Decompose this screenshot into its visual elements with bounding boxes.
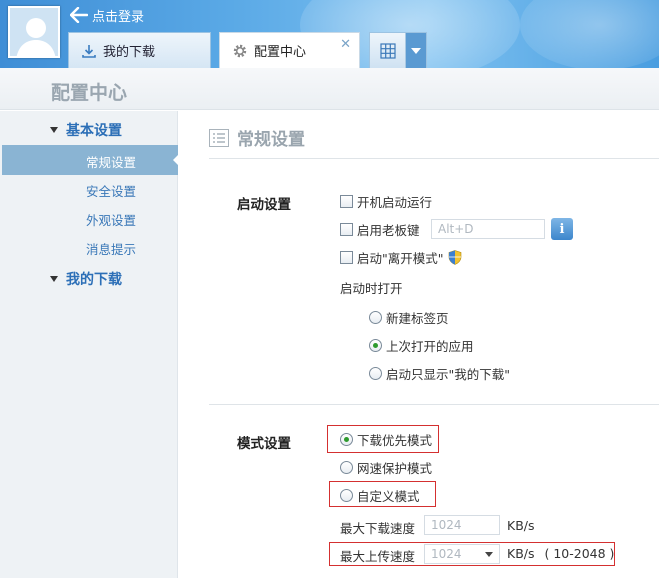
caret-down-icon <box>485 552 493 557</box>
max-download-label: 最大下载速度 <box>340 521 416 536</box>
radio-label: 自定义模式 <box>357 489 420 504</box>
tab-label: 配置中心 <box>254 45 307 60</box>
header-glow <box>520 0 659 68</box>
sidebar: 基本设置 常规设置 安全设置 外观设置 消息提示 我的下载 <box>0 111 179 578</box>
radio-download-priority[interactable] <box>340 433 353 446</box>
download-icon <box>82 44 96 58</box>
select-value: 1024 <box>431 547 462 561</box>
sidebar-item-general[interactable]: 常规设置 <box>2 145 179 175</box>
sidebar-item-label: 常规设置 <box>86 155 137 170</box>
triangle-down-icon <box>50 127 58 133</box>
divider <box>209 158 659 159</box>
divider <box>209 404 659 405</box>
radio-my-downloads[interactable] <box>369 367 382 380</box>
radio-label: 网速保护模式 <box>357 461 433 476</box>
radio-label: 下载优先模式 <box>357 433 433 448</box>
sidebar-item-appearance[interactable]: 外观设置 <box>86 210 136 229</box>
away-mode-checkbox-row[interactable]: 启动"离开模式" <box>340 248 462 267</box>
sidebar-item-security[interactable]: 安全设置 <box>86 181 136 200</box>
page-title: 配置中心 <box>51 82 128 104</box>
section-heading: 常规设置 <box>209 125 305 150</box>
list-settings-icon <box>209 128 229 147</box>
mode-group-label: 模式设置 <box>237 436 291 452</box>
shield-icon <box>448 250 461 265</box>
radio-label: 上次打开的应用 <box>386 339 474 354</box>
startup-group-label: 启动设置 <box>237 197 291 213</box>
autostart-checkbox-row[interactable]: 开机启动运行 <box>340 192 432 211</box>
boss-key-input[interactable]: Alt+D <box>431 219 545 239</box>
avatar[interactable] <box>8 6 60 58</box>
sidebar-section-basic[interactable]: 基本设置 <box>50 120 122 140</box>
open-option-my-downloads[interactable]: 启动只显示"我的下载" <box>369 364 510 383</box>
grid-icon-svg <box>379 42 396 59</box>
radio-new-tab[interactable] <box>369 311 382 324</box>
sidebar-section-my-downloads[interactable]: 我的下载 <box>50 269 122 289</box>
max-upload-unit: KB/s ( 10-2048 ) <box>507 546 614 561</box>
section-heading-label: 常规设置 <box>237 130 305 150</box>
checkbox-label: 开机启动运行 <box>357 195 433 210</box>
section-label: 基本设置 <box>66 123 122 139</box>
tab-label: 我的下载 <box>103 45 156 60</box>
max-download-input[interactable]: 1024 <box>424 515 500 535</box>
mode-option-custom[interactable]: 自定义模式 <box>340 486 420 505</box>
info-icon[interactable]: i <box>551 218 573 240</box>
main-panel: 常规设置 启动设置 开机启动运行 启用老板键 Alt+D i 启动"离开模式" … <box>179 111 659 578</box>
apps-menu-button[interactable] <box>369 32 427 68</box>
checkbox-label: 启动"离开模式" <box>357 251 444 266</box>
unit-label: KB/s <box>507 546 535 561</box>
close-icon[interactable]: ✕ <box>340 37 351 52</box>
range-label: ( 10-2048 ) <box>544 546 615 561</box>
app-header: 点击登录 我的下载 配置中心 ✕ <box>0 0 659 68</box>
mode-option-speed-protect[interactable]: 网速保护模式 <box>340 458 432 477</box>
triangle-down-icon <box>50 276 58 282</box>
mode-option-download-priority[interactable]: 下载优先模式 <box>340 430 432 449</box>
max-upload-select[interactable]: 1024 <box>424 544 500 564</box>
grid-icon[interactable] <box>370 33 406 68</box>
back-arrow-icon <box>70 7 88 23</box>
open-option-new-tab[interactable]: 新建标签页 <box>369 308 449 327</box>
radio-speed-protect[interactable] <box>340 461 353 474</box>
tab-config-center[interactable]: 配置中心 ✕ <box>219 32 360 68</box>
boss-key-checkbox-row[interactable]: 启用老板键 <box>340 220 420 239</box>
checkbox-label: 启用老板键 <box>357 223 420 238</box>
radio-last-apps[interactable] <box>369 339 382 352</box>
open-on-start-label: 启动时打开 <box>340 281 403 296</box>
tab-my-downloads[interactable]: 我的下载 <box>68 32 211 68</box>
away-mode-checkbox[interactable] <box>340 251 353 264</box>
user-avatar-icon <box>10 8 58 56</box>
chevron-down-icon[interactable] <box>406 33 426 68</box>
login-label: 点击登录 <box>92 9 145 25</box>
sidebar-item-notifications[interactable]: 消息提示 <box>86 239 136 258</box>
open-option-last-apps[interactable]: 上次打开的应用 <box>369 336 474 355</box>
chevron-down-icon-svg <box>411 47 421 54</box>
radio-custom[interactable] <box>340 489 353 502</box>
title-bar: 配置中心 <box>0 68 659 110</box>
login-link[interactable]: 点击登录 <box>70 6 145 25</box>
section-label: 我的下载 <box>66 272 122 288</box>
max-download-unit: KB/s <box>507 518 535 533</box>
boss-key-checkbox[interactable] <box>340 223 353 236</box>
max-upload-label: 最大上传速度 <box>340 549 416 564</box>
gear-icon <box>233 44 247 57</box>
radio-label: 启动只显示"我的下载" <box>386 367 510 382</box>
autostart-checkbox[interactable] <box>340 195 353 208</box>
radio-label: 新建标签页 <box>386 311 449 326</box>
